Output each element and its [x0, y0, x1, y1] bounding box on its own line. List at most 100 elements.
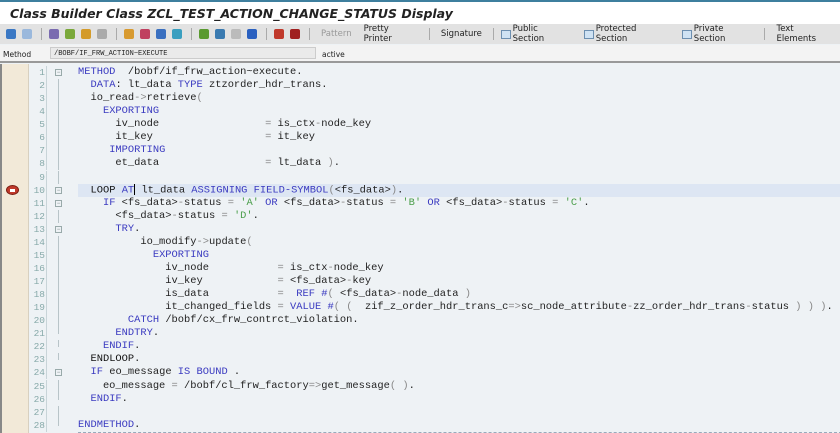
pattern-button[interactable]: Pattern — [319, 26, 354, 42]
code-line[interactable]: 25 eo_message = /bobf/cl_frw_factory=>ge… — [2, 379, 840, 393]
code-line[interactable]: 1 − METHOD /bobf/if_frw_action~execute. — [2, 66, 840, 79]
code-line[interactable]: 8 et_data = lt_data ). — [2, 157, 840, 171]
other-object-button[interactable] — [79, 26, 93, 42]
forward-button[interactable] — [20, 26, 34, 42]
window-title: Class Builder Class ZCL_TEST_ACTION_CHAN… — [10, 6, 453, 21]
code-text[interactable]: <fs_data>-status = 'D'. — [78, 210, 840, 223]
code-line[interactable]: 6 it_key = it_key — [2, 131, 840, 145]
collapse-icon[interactable]: − — [55, 225, 62, 233]
code-line[interactable]: 22 ENDIF. — [2, 340, 840, 354]
code-line[interactable]: 4 EXPORTING — [2, 105, 840, 119]
code-text[interactable]: METHOD /bobf/if_frw_action~execute. — [78, 66, 840, 79]
code-text[interactable]: TRY. — [78, 223, 840, 236]
code-text[interactable]: eo_message = /bobf/cl_frw_factory=>get_m… — [78, 380, 840, 393]
code-text[interactable]: et_data = lt_data ). — [78, 157, 840, 170]
navigation-button[interactable] — [170, 26, 184, 42]
check-button[interactable] — [122, 26, 136, 42]
code-line[interactable]: 27 — [2, 405, 840, 419]
display-object-list-button[interactable] — [213, 26, 227, 42]
code-text[interactable]: IF <fs_data>-status = 'A' OR <fs_data>-s… — [78, 197, 840, 210]
divider — [46, 209, 47, 223]
code-text[interactable] — [78, 171, 840, 184]
code-line[interactable]: 3 io_read->retrieve( — [2, 92, 840, 106]
breakpoint-icon[interactable] — [6, 184, 19, 195]
code-text[interactable]: EXPORTING — [78, 105, 840, 118]
code-text[interactable]: it_changed_fields = VALUE #( ( zif_z_ord… — [78, 301, 840, 314]
breakpoint-button[interactable] — [272, 26, 286, 42]
code-line[interactable]: 9 — [2, 170, 840, 184]
code-text[interactable]: ENDTRY. — [78, 327, 840, 340]
code-line[interactable]: 7 IMPORTING — [2, 144, 840, 158]
code-text[interactable] — [78, 406, 840, 419]
code-line[interactable]: 21 ENDTRY. — [2, 327, 840, 341]
code-line[interactable]: 10 − LOOP AT lt_data ASSIGNING FIELD-SYMB… — [2, 183, 840, 197]
code-line[interactable]: 18 is_data = REF #( <fs_data>-node_data … — [2, 288, 840, 302]
code-text[interactable]: LOOP AT lt_data ASSIGNING FIELD-SYMBOL(<… — [78, 183, 840, 197]
code-line[interactable]: 28 ENDMETHOD. — [2, 418, 840, 432]
code-text[interactable]: ENDIF. — [78, 393, 840, 406]
code-text[interactable]: io_modify->update( — [78, 236, 840, 249]
code-line[interactable]: 26 ENDIF. — [2, 392, 840, 406]
code-text[interactable]: CATCH /bobf/cx_frw_contrct_violation. — [78, 314, 840, 327]
collapse-icon[interactable]: − — [55, 199, 62, 207]
collapse-icon[interactable]: − — [55, 69, 62, 76]
fullscreen-button[interactable] — [229, 26, 243, 42]
code-line[interactable]: 24 − IF eo_message IS BOUND . — [2, 366, 840, 380]
collapse-icon[interactable]: − — [55, 186, 62, 194]
code-token: eo_message — [102, 366, 178, 379]
code-text[interactable]: iv_key = <fs_data>-key — [78, 275, 840, 288]
application-toolbar: Pattern Pretty Printer Signature Public … — [0, 23, 840, 44]
collapse-icon[interactable]: − — [55, 369, 62, 377]
code-editor[interactable]: 1 − METHOD /bobf/if_frw_action~execute. 2 D… — [0, 64, 840, 433]
code-text[interactable]: it_key = it_key — [78, 131, 840, 144]
info-button[interactable] — [245, 26, 259, 42]
private-section-button[interactable]: Private Section — [680, 24, 757, 44]
active-inactive-button[interactable] — [63, 26, 77, 42]
code-line[interactable]: 2 DATA: lt_data TYPE ztzorder_hdr_trans. — [2, 79, 840, 93]
code-text[interactable]: iv_node = is_ctx-node_key — [78, 118, 840, 131]
divider — [46, 144, 47, 158]
method-field[interactable]: /BOBF/IF_FRW_ACTION~EXECUTE — [50, 47, 316, 59]
code-text[interactable]: IF eo_message IS BOUND . — [78, 366, 840, 379]
signature-button[interactable]: Signature — [439, 26, 484, 42]
divider — [46, 301, 47, 315]
code-text[interactable]: ENDLOOP. — [78, 353, 840, 366]
public-section-button[interactable]: Public Section — [499, 24, 572, 44]
display-change-button[interactable] — [47, 26, 61, 42]
code-line[interactable]: 14 io_modify->update( — [2, 235, 840, 249]
code-line[interactable]: 13 − TRY. — [2, 222, 840, 236]
test-button[interactable] — [154, 26, 168, 42]
text-elements-button[interactable]: Text Elements — [774, 24, 836, 44]
back-button[interactable] — [4, 26, 18, 42]
code-text[interactable]: is_data = REF #( <fs_data>-node_data ) — [78, 288, 840, 301]
code-line[interactable]: 16 iv_node = is_ctx-node_key — [2, 261, 840, 275]
code-text[interactable]: EXPORTING — [78, 249, 840, 262]
keyword-token: METHOD — [78, 66, 116, 78]
activate-button[interactable] — [138, 26, 152, 42]
code-text[interactable]: IMPORTING — [78, 144, 840, 157]
keyword-token: ENDIF — [90, 392, 122, 405]
code-line[interactable]: 5 iv_node = is_ctx-node_key — [2, 118, 840, 132]
code-text[interactable]: DATA: lt_data TYPE ztzorder_hdr_trans. — [78, 79, 840, 92]
code-text[interactable]: ENDIF. — [78, 340, 840, 353]
code-line[interactable]: 23 ENDLOOP. — [2, 353, 840, 367]
code-text[interactable]: ENDMETHOD. — [78, 419, 840, 432]
code-line[interactable]: 15 EXPORTING — [2, 248, 840, 262]
code-line[interactable]: 20 CATCH /bobf/cx_frw_contrct_violation. — [2, 314, 840, 328]
hierarchy-button[interactable] — [197, 26, 211, 42]
protected-section-button[interactable]: Protected Section — [582, 24, 670, 44]
code-line[interactable]: 12 <fs_data>-status = 'D'. — [2, 209, 840, 223]
session-breakpoint-button[interactable] — [288, 26, 302, 42]
line-number: 4 — [39, 106, 45, 118]
where-used-button[interactable] — [95, 26, 109, 42]
code-text[interactable]: io_read->retrieve( — [78, 92, 840, 105]
pretty-printer-button[interactable]: Pretty Printer — [362, 24, 420, 44]
hierarchy-icon — [199, 29, 209, 39]
line-number: 1 — [39, 67, 45, 78]
code-line[interactable]: 11 − IF <fs_data>-status = 'A' OR <fs_dat… — [2, 196, 840, 210]
code-token: node_key — [321, 118, 372, 131]
code-line[interactable]: 19 it_changed_fields = VALUE #( ( zif_z_… — [2, 301, 840, 315]
code-line[interactable]: 17 iv_key = <fs_data>-key — [2, 275, 840, 288]
code-text[interactable]: iv_node = is_ctx-node_key — [78, 262, 840, 275]
